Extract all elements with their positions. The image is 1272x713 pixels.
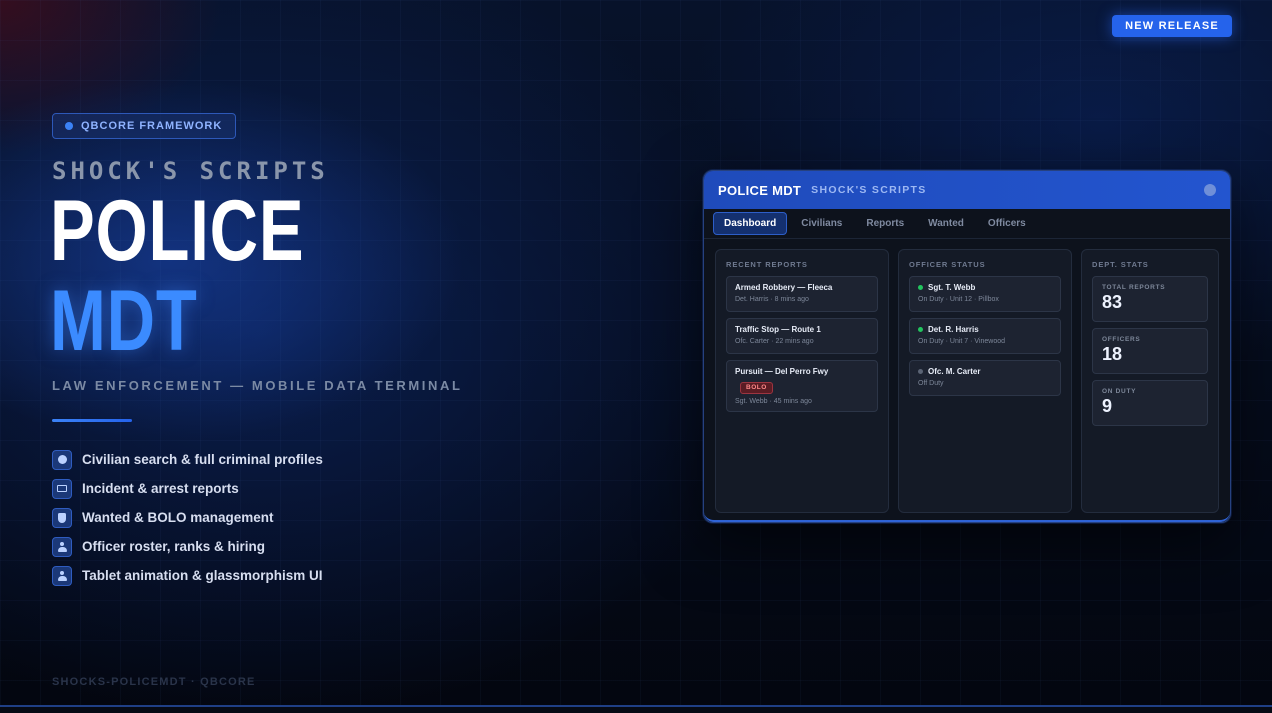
stat-label: OFFICERS [1102,336,1141,343]
report-meta: Det. Harris · 8 mins ago [735,296,809,303]
officer-status-panel: OFFICER STATUS Sgt. T. Webb On Duty · Un… [898,249,1072,513]
mdt-dashboard: RECENT REPORTS Armed Robbery — Fleeca De… [715,249,1219,513]
user-icon [52,536,72,557]
tab-officers[interactable]: Officers [978,213,1036,234]
status-dot-icon [918,369,923,374]
stat-card-on-duty: ON DUTY 9 [1092,380,1208,426]
feature-item: Officer roster, ranks & hiring [52,532,323,561]
new-release-badge: NEW RELEASE [1112,15,1232,37]
report-icon [52,478,72,499]
accent-divider [52,419,132,422]
bottom-accent-line [0,705,1272,713]
officer-name: Det. R. Harris [928,325,979,334]
dept-stats-heading: DEPT. STATS [1092,260,1149,269]
recent-reports-heading: RECENT REPORTS [726,260,808,269]
report-card[interactable]: Armed Robbery — Fleeca Det. Harris · 8 m… [726,276,878,312]
stat-value: 83 [1102,292,1123,312]
officer-status: On Duty · Unit 7 · Vinewood [918,338,1006,345]
framework-badge-label: QBCORE FRAMEWORK [81,120,223,132]
feature-label: Tablet animation & glassmorphism UI [82,568,323,583]
tab-reports[interactable]: Reports [856,213,914,234]
officer-status: On Duty · Unit 12 · Pillbox [918,296,999,303]
tab-wanted[interactable]: Wanted [918,213,974,234]
brand-name: SHOCK'S SCRIPTS [52,157,329,185]
dept-stats-panel: DEPT. STATS TOTAL REPORTS 83 OFFICERS 18… [1081,249,1219,513]
mdt-title: POLICE MDT [718,182,802,198]
feature-label: Incident & arrest reports [82,481,239,496]
status-dot-icon [918,285,923,290]
close-icon[interactable] [1204,184,1216,196]
officer-card[interactable]: Det. R. Harris On Duty · Unit 7 · Vinewo… [909,318,1061,354]
stat-card-officers: OFFICERS 18 [1092,328,1208,374]
report-title: Pursuit — Del Perro Fwy [735,367,829,376]
tab-civilians[interactable]: Civilians [791,213,852,234]
stat-value: 18 [1102,344,1123,364]
feature-item: Wanted & BOLO management [52,503,323,532]
feature-label: Civilian search & full criminal profiles [82,452,323,467]
stat-label: TOTAL REPORTS [1102,284,1166,291]
feature-item: Tablet animation & glassmorphism UI [52,561,323,590]
report-card[interactable]: Traffic Stop — Route 1 Ofc. Carter · 22 … [726,318,878,354]
report-meta: Ofc. Carter · 22 mins ago [735,338,814,345]
officer-status-heading: OFFICER STATUS [909,260,986,269]
recent-reports-panel: RECENT REPORTS Armed Robbery — Fleeca De… [715,249,889,513]
mdt-header: POLICE MDT SHOCK'S SCRIPTS [704,171,1230,209]
feature-item: Incident & arrest reports [52,474,323,503]
report-meta: Sgt. Webb · 45 mins ago [735,398,812,405]
footer-note: SHOCKS-POLICEMDT · QBCORE [52,676,256,688]
officer-card[interactable]: Sgt. T. Webb On Duty · Unit 12 · Pillbox [909,276,1061,312]
officer-card[interactable]: Ofc. M. Carter Off Duty [909,360,1061,396]
report-title: Traffic Stop — Route 1 [735,325,821,334]
officer-name: Ofc. M. Carter [928,367,981,376]
user-icon [52,565,72,586]
page-title-line2: MDT [50,273,198,369]
bolo-tag: BOLO [740,381,773,394]
tab-dashboard[interactable]: Dashboard [713,212,788,235]
feature-label: Officer roster, ranks & hiring [82,539,266,554]
status-dot-icon [918,327,923,332]
page-subtitle: LAW ENFORCEMENT — MOBILE DATA TERMINAL [52,378,463,393]
officer-status: Off Duty [918,380,944,387]
badge-dot-icon [65,122,73,130]
stat-label: ON DUTY [1102,388,1137,395]
feature-list: Civilian search & full criminal profiles… [52,445,323,590]
info-icon [52,449,72,470]
mdt-subtitle: SHOCK'S SCRIPTS [811,184,927,196]
report-title: Armed Robbery — Fleeca [735,283,833,292]
stat-value: 9 [1102,396,1113,416]
shield-icon [52,507,72,528]
feature-label: Wanted & BOLO management [82,510,274,525]
stat-card-total-reports: TOTAL REPORTS 83 [1092,276,1208,322]
report-card[interactable]: Pursuit — Del Perro Fwy BOLO Sgt. Webb ·… [726,360,878,412]
feature-item: Civilian search & full criminal profiles [52,445,323,474]
framework-badge: QBCORE FRAMEWORK [52,113,237,139]
page-title-line1: POLICE [50,183,305,279]
mdt-tab-bar: Dashboard Civilians Reports Wanted Offic… [704,209,1230,239]
officer-name: Sgt. T. Webb [928,283,976,292]
mdt-window: POLICE MDT SHOCK'S SCRIPTS Dashboard Civ… [703,170,1231,523]
